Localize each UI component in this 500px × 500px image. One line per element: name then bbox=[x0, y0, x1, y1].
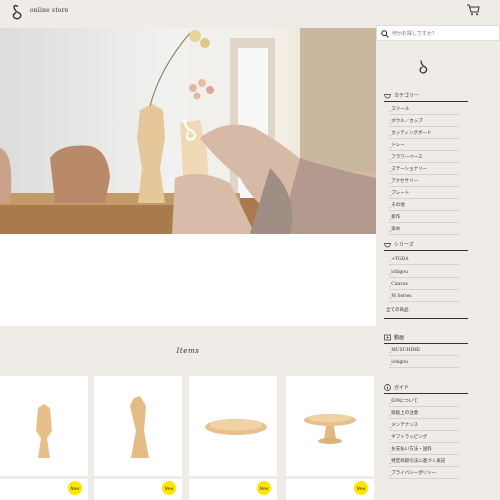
product-card[interactable]: New bbox=[0, 479, 88, 500]
search-box[interactable] bbox=[376, 25, 500, 41]
guide-heading: ガイド bbox=[384, 384, 468, 394]
product-image bbox=[36, 404, 52, 458]
series-heading: シリーズ bbox=[384, 241, 468, 251]
search-input[interactable] bbox=[392, 28, 496, 39]
sidebar-item-canvas[interactable]: _Canvas bbox=[389, 282, 459, 290]
product-card[interactable]: New bbox=[94, 479, 182, 500]
product-image bbox=[205, 419, 267, 435]
sidebar-item-m-series[interactable]: _M Series bbox=[389, 294, 459, 302]
product-card[interactable] bbox=[189, 376, 277, 476]
info-icon bbox=[384, 384, 391, 391]
bowl-icon bbox=[384, 94, 391, 99]
categories-title: カテゴリー bbox=[394, 93, 420, 99]
items-title: Items bbox=[176, 347, 200, 355]
sidebar-item-gift-wrapping[interactable]: _ギフトラッピング bbox=[389, 434, 459, 443]
sidebar-item-new[interactable]: _新作 bbox=[389, 214, 459, 223]
hero-banner[interactable] bbox=[0, 28, 376, 234]
hero-spacer bbox=[0, 234, 376, 326]
sidebar-item-tray[interactable]: _トレー bbox=[389, 142, 459, 151]
sidebar-item-commercial-law[interactable]: _特定商取引法に基づく表記 bbox=[389, 458, 459, 467]
bowl-icon bbox=[384, 243, 391, 248]
new-badge: New bbox=[257, 481, 271, 495]
sidebar-item-stationery[interactable]: _ステーショナリー bbox=[389, 166, 459, 175]
sidebar-item-payment-shipping[interactable]: _お支払い方法・送料 bbox=[389, 446, 459, 455]
sidebar-item-maintenance[interactable]: _メンテナンス bbox=[389, 422, 459, 431]
sidebar-item-accessory[interactable]: _アクセサリー bbox=[389, 178, 459, 187]
product-card[interactable] bbox=[94, 376, 182, 476]
guide-title: ガイド bbox=[394, 385, 410, 391]
product-image bbox=[304, 414, 356, 444]
store-title[interactable]: online store bbox=[30, 7, 69, 14]
sidebar-logo-icon[interactable] bbox=[418, 59, 428, 75]
sidebar-item-ichigou[interactable]: _ichigou bbox=[389, 270, 459, 278]
sidebar-item-cutting-board[interactable]: _カッティングボード bbox=[389, 130, 459, 139]
sidebar-item-bowl-cup[interactable]: _ボウル／カップ bbox=[389, 118, 459, 127]
product-card[interactable]: New bbox=[189, 479, 277, 500]
sidebar-item-other[interactable]: _その他 bbox=[389, 202, 459, 211]
new-badge: New bbox=[162, 481, 176, 495]
product-card[interactable] bbox=[286, 376, 374, 476]
sidebar-item-about-639[interactable]: _639について bbox=[389, 398, 459, 407]
hero-photo bbox=[0, 28, 376, 234]
video-title: 動画 bbox=[394, 335, 405, 341]
sidebar-item-stool[interactable]: _スツール bbox=[389, 106, 459, 115]
play-icon bbox=[384, 334, 391, 341]
search-icon[interactable] bbox=[381, 30, 389, 38]
sidebar-item-musuhime[interactable]: _MUSUHIME bbox=[389, 348, 459, 356]
all-products-link[interactable]: 全ての商品 bbox=[386, 307, 456, 315]
sidebar-item-privacy-policy[interactable]: _プライバシーポリシー bbox=[389, 470, 459, 479]
product-image bbox=[130, 396, 149, 458]
sidebar: カテゴリー _スツール _ボウル／カップ _カッティングボード _トレー _フラ… bbox=[376, 22, 500, 500]
categories-heading: カテゴリー bbox=[384, 92, 468, 102]
video-heading: 動画 bbox=[384, 334, 468, 344]
sidebar-item-flower-vase[interactable]: _フラワーベース bbox=[389, 154, 459, 163]
divider bbox=[384, 318, 468, 319]
new-badge: New bbox=[354, 481, 368, 495]
new-badge: New bbox=[68, 481, 82, 495]
sidebar-item-video-ichigou[interactable]: _ichigou bbox=[389, 360, 459, 368]
sidebar-item-dyed[interactable]: _染め bbox=[389, 226, 459, 235]
sidebar-item-handling-notes[interactable]: _取扱上の注意 bbox=[389, 410, 459, 419]
top-bar: online store bbox=[0, 0, 500, 22]
product-card[interactable] bbox=[0, 376, 88, 476]
product-card[interactable]: New bbox=[286, 479, 374, 500]
sidebar-item-tgda[interactable]: _+TGDA bbox=[389, 257, 459, 265]
sidebar-item-plate[interactable]: _プレート bbox=[389, 190, 459, 199]
series-title: シリーズ bbox=[394, 242, 414, 248]
cart-icon[interactable] bbox=[466, 4, 480, 16]
brand-logo-icon[interactable] bbox=[10, 4, 24, 20]
